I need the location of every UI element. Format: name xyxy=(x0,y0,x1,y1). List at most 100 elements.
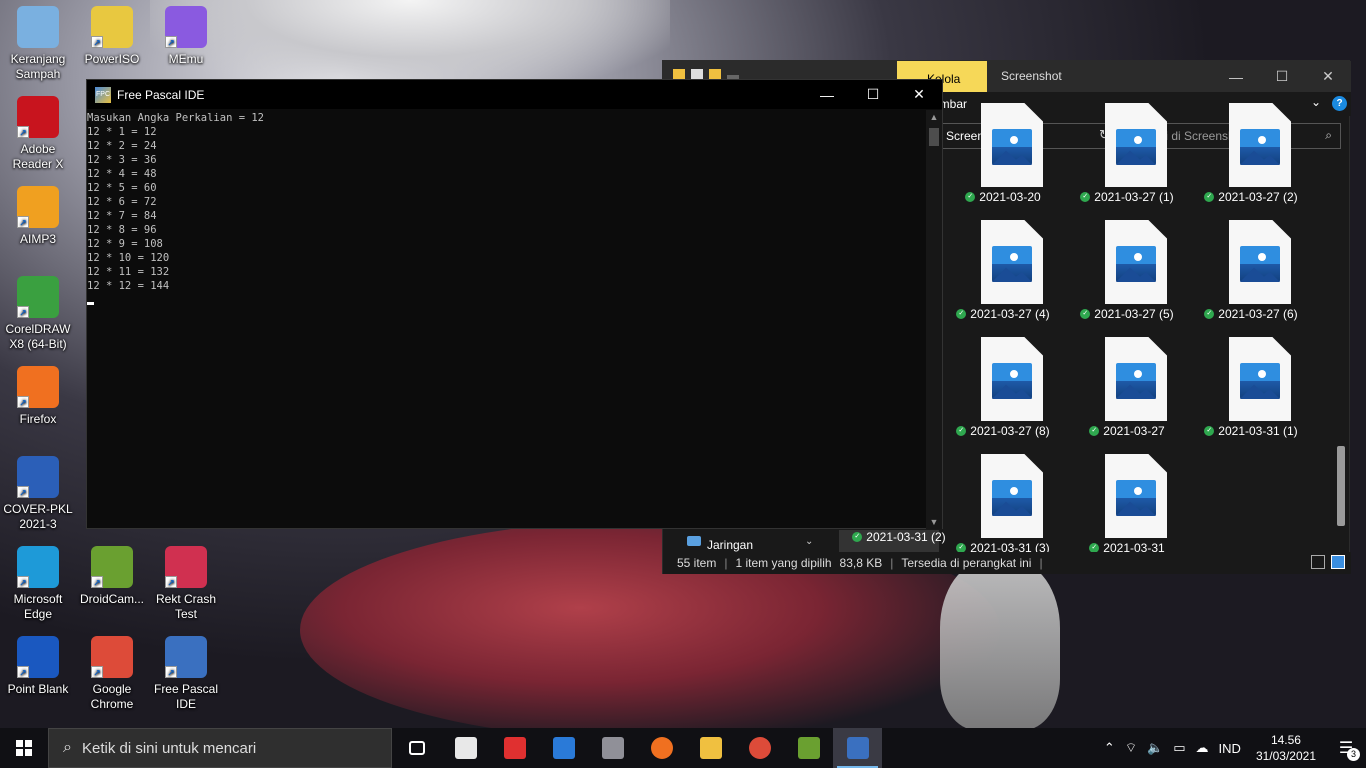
minimize-button[interactable]: — xyxy=(1213,61,1259,92)
desktop-icon[interactable]: ↗ COVER-PKL 2021-3 xyxy=(0,456,76,532)
shortcut-arrow-icon: ↗ xyxy=(91,576,103,588)
aimp-icon: ↗ xyxy=(17,186,59,228)
desktop-icon-label: Microsoft Edge xyxy=(13,592,63,621)
scroll-up-icon[interactable]: ▲ xyxy=(926,110,942,124)
search-icon[interactable]: ⌕ xyxy=(1325,128,1332,143)
taskbar-app[interactable] xyxy=(637,728,686,768)
scrollbar-thumb[interactable] xyxy=(929,128,939,146)
explorer-scrollbar[interactable] xyxy=(1335,156,1345,536)
console-scrollbar[interactable]: ▲ ▼ xyxy=(926,110,942,529)
scroll-down-icon[interactable]: ▼ xyxy=(926,515,942,529)
taskbar-app[interactable] xyxy=(490,728,539,768)
notification-center-icon[interactable]: ☰ 3 xyxy=(1326,728,1366,768)
clock-time: 14.56 xyxy=(1270,733,1301,747)
console-line: 12 * 3 = 36 xyxy=(87,154,157,166)
chevron-down-icon[interactable]: ⌄ xyxy=(805,536,813,547)
adobe-reader-icon: ↗ xyxy=(17,96,59,138)
maximize-button[interactable]: ☐ xyxy=(850,80,896,109)
taskbar-app[interactable] xyxy=(539,728,588,768)
desktop-icon-label: Free Pascal IDE xyxy=(153,682,219,711)
file-item[interactable]: ✓ 2021-03-31 (3) xyxy=(943,451,1063,568)
desktop-icon[interactable]: ↗ Firefox xyxy=(0,366,76,427)
desktop-icon[interactable]: ↗ PowerISO xyxy=(74,6,150,67)
desktop-icon[interactable]: ↗ Point Blank xyxy=(0,636,76,697)
sync-status-icon: ✓ xyxy=(1204,192,1215,202)
desktop-icon[interactable]: ↗ MEmu xyxy=(148,6,224,67)
console-output[interactable]: Masukan Angka Perkalian = 12 12 * 1 = 12 1… xyxy=(87,110,927,529)
console-line: 12 * 9 = 108 xyxy=(87,238,163,250)
details-view-icon[interactable] xyxy=(1311,555,1325,569)
desktop-icon[interactable]: ↗ Rekt Crash Test xyxy=(148,546,224,622)
task-view-icon xyxy=(408,741,425,755)
file-item[interactable]: ✓ 2021-03-31 (1) xyxy=(1191,334,1311,451)
search-placeholder: Ketik di sini untuk mencari xyxy=(81,739,257,757)
free-pascal-icon: ↗ xyxy=(165,636,207,678)
desktop-icon[interactable]: ↗ CorelDRAW X8 (64-Bit) xyxy=(0,276,76,352)
file-item[interactable]: ✓ 2021-03-31 xyxy=(1067,451,1187,568)
large-icons-view-icon[interactable] xyxy=(1331,555,1345,569)
file-name: 2021-03-20 xyxy=(979,190,1041,204)
taskbar-app[interactable] xyxy=(392,728,441,768)
volume-icon[interactable]: 🔈 xyxy=(1142,740,1168,756)
recycle-bin-icon xyxy=(17,6,59,48)
gift-icon xyxy=(503,737,526,759)
fp-titlebar[interactable]: FPC Free Pascal IDE — ☐ ✕ xyxy=(87,80,942,109)
console-line: 12 * 2 = 24 xyxy=(87,140,157,152)
desktop-icon[interactable]: ↗ Google Chrome xyxy=(74,636,150,712)
close-button[interactable]: ✕ xyxy=(896,80,942,109)
image-file-icon xyxy=(981,220,1043,304)
desktop-icon[interactable]: Keranjang Sampah xyxy=(0,6,76,82)
text-cursor xyxy=(87,302,94,305)
free-pascal-window[interactable]: FPC Free Pascal IDE — ☐ ✕ Masukan Angka … xyxy=(86,79,943,529)
sync-status-icon: ✓ xyxy=(852,532,863,542)
desktop-icon-label: COVER-PKL 2021-3 xyxy=(3,502,73,531)
file-item[interactable]: ✓ 2021-03-20 xyxy=(943,100,1063,217)
language-indicator[interactable]: IND xyxy=(1214,741,1246,756)
taskbar-app[interactable] xyxy=(784,728,833,768)
console-line: 12 * 6 = 72 xyxy=(87,196,157,208)
window-title: Screenshot xyxy=(1001,69,1062,83)
desktop-icon[interactable]: ↗ Adobe Reader X xyxy=(0,96,76,172)
taskbar-app[interactable] xyxy=(833,728,882,768)
desktop-icon[interactable]: ↗ Microsoft Edge xyxy=(0,546,76,622)
window-title: Free Pascal IDE xyxy=(117,87,205,102)
close-button[interactable]: ✕ xyxy=(1305,61,1351,92)
chrome-icon: ↗ xyxy=(91,636,133,678)
sync-status-icon: ✓ xyxy=(1204,426,1215,436)
scrollbar-thumb[interactable] xyxy=(1337,446,1345,526)
taskbar-app[interactable] xyxy=(588,728,637,768)
file-item[interactable]: ✓ 2021-03-27 (4) xyxy=(943,217,1063,334)
clock[interactable]: 14.56 31/03/2021 xyxy=(1246,732,1326,764)
file-item[interactable]: ✓ 2021-03-27 (5) xyxy=(1067,217,1187,334)
file-item[interactable]: ✓ 2021-03-31 (2) xyxy=(839,530,959,647)
taskbar-search-input[interactable]: ⌕ Ketik di sini untuk mencari xyxy=(48,728,392,768)
file-item[interactable]: ✓ 2021-03-27 (2) xyxy=(1191,100,1311,217)
start-button[interactable] xyxy=(0,728,48,768)
console-line: 12 * 1 = 12 xyxy=(87,126,157,138)
nav-item-jaringan[interactable]: Jaringan ⌄ xyxy=(663,530,833,554)
help-icon[interactable]: ? xyxy=(1332,96,1347,111)
show-hidden-icons-icon[interactable]: ⌃ xyxy=(1099,740,1120,756)
minimize-button[interactable]: — xyxy=(804,80,850,109)
onedrive-icon[interactable]: ☁ xyxy=(1191,740,1214,756)
network-icon[interactable]: ⌔ xyxy=(1120,740,1142,756)
maximize-button[interactable]: ☐ xyxy=(1259,61,1305,92)
desktop-icon[interactable]: ↗ AIMP3 xyxy=(0,186,76,247)
droidcam-icon xyxy=(797,737,820,759)
file-item[interactable]: ✓ 2021-03-27 (8) xyxy=(943,334,1063,451)
file-item[interactable]: ✓ 2021-03-27 (6) xyxy=(1191,217,1311,334)
file-item[interactable]: ✓ 2021-03-27 xyxy=(1067,334,1187,451)
taskbar-app[interactable] xyxy=(686,728,735,768)
desktop-icon[interactable]: ↗ DroidCam... xyxy=(74,546,150,607)
sync-status-icon: ✓ xyxy=(956,309,967,319)
desktop-icon[interactable]: ↗ Free Pascal IDE xyxy=(148,636,224,712)
taskbar-app[interactable] xyxy=(441,728,490,768)
file-item[interactable]: ✓ 2021-03-27 (1) xyxy=(1067,100,1187,217)
taskbar-app[interactable] xyxy=(735,728,784,768)
file-name: 2021-03-27 (6) xyxy=(1218,307,1298,321)
image-file-icon xyxy=(1229,337,1291,421)
ribbon-expand-icon[interactable]: ⌄ xyxy=(1311,95,1321,109)
coreldraw-icon: ↗ xyxy=(17,276,59,318)
device-icon[interactable]: ▭ xyxy=(1168,740,1190,756)
sync-status-icon: ✓ xyxy=(1080,309,1091,319)
